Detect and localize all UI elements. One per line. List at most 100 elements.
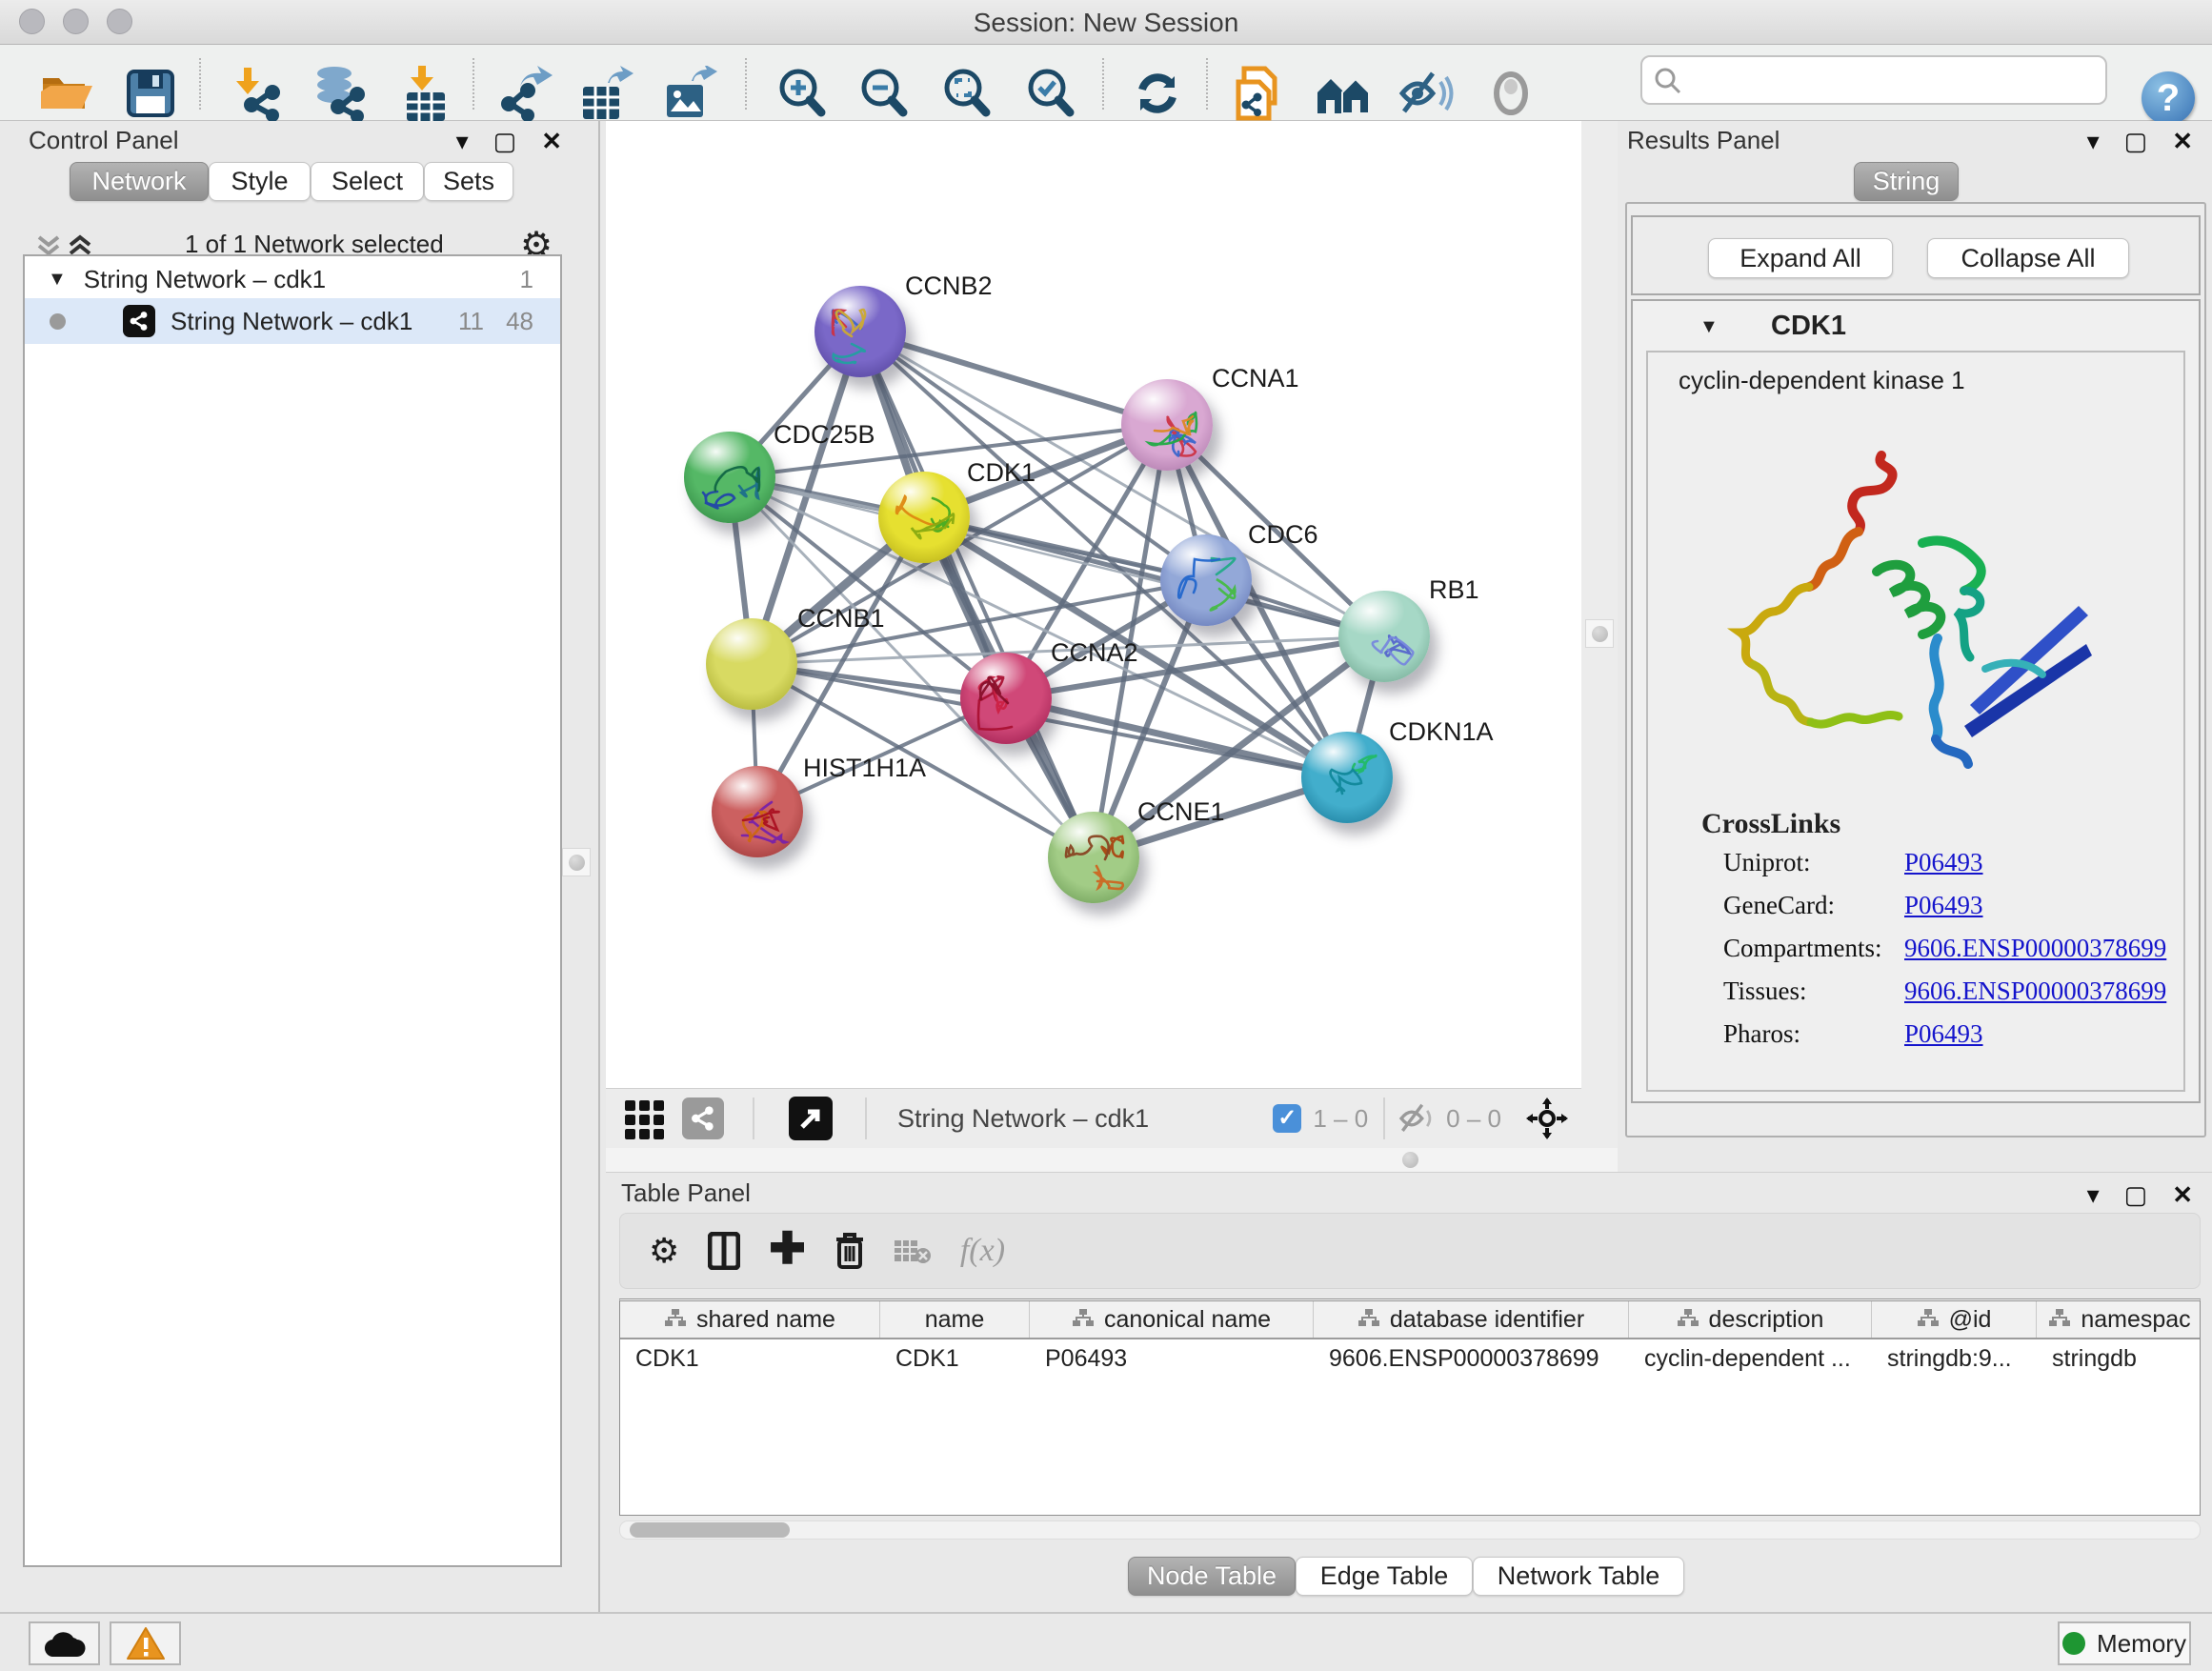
node-CDC25B[interactable] xyxy=(684,432,775,523)
network-collection-row[interactable]: ▼ String Network – cdk1 1 xyxy=(25,260,560,298)
birdseye-grid-icon[interactable] xyxy=(623,1097,667,1140)
node-RB1[interactable] xyxy=(1338,591,1430,682)
expand-all-button[interactable]: Expand All xyxy=(1708,238,1893,278)
import-network-button[interactable] xyxy=(228,66,289,121)
table-cell[interactable]: CDK1 xyxy=(880,1339,1030,1379)
node-CCNE1[interactable] xyxy=(1048,812,1139,903)
table-cell[interactable]: cyclin-dependent ... xyxy=(1629,1339,1872,1379)
table-cell[interactable]: 9606.ENSP00000378699 xyxy=(1314,1339,1629,1379)
node-CCNA1[interactable] xyxy=(1121,379,1213,471)
crosslink-link[interactable]: P06493 xyxy=(1904,1019,1983,1062)
export-table-button[interactable] xyxy=(576,66,637,121)
collapse-all-button[interactable]: Collapse All xyxy=(1927,238,2129,278)
show-glass-button[interactable] xyxy=(1480,66,1541,121)
panel-close-icon[interactable]: ✕ xyxy=(2172,129,2193,153)
crosslink-link[interactable]: P06493 xyxy=(1904,848,1983,891)
panel-close-icon[interactable]: ✕ xyxy=(2172,1182,2193,1207)
add-column-icon[interactable]: ✚ xyxy=(769,1222,806,1274)
refresh-button[interactable] xyxy=(1127,66,1188,121)
gene-name: CDK1 xyxy=(1771,311,1846,342)
tab-style[interactable]: Style xyxy=(209,162,311,201)
column-header-database-identifier[interactable]: database identifier xyxy=(1314,1301,1629,1338)
panel-float-icon[interactable]: ▾ xyxy=(2087,129,2100,153)
panel-maximize-icon[interactable]: ▢ xyxy=(2124,129,2148,153)
help-button[interactable]: ? xyxy=(2142,71,2195,125)
zoom-fit-button[interactable] xyxy=(936,66,997,121)
zoom-out-button[interactable] xyxy=(854,66,915,121)
table-hscrollbar[interactable] xyxy=(619,1520,2201,1540)
string-network-badge-icon[interactable] xyxy=(682,1097,724,1139)
table-hscroll-thumb[interactable] xyxy=(630,1522,790,1538)
node-CCNB2[interactable] xyxy=(814,286,906,377)
panel-splitter-handle[interactable] xyxy=(562,848,591,876)
tab-select[interactable]: Select xyxy=(311,162,424,201)
crosslink-link[interactable]: P06493 xyxy=(1904,891,1983,934)
node-HIST1H1A[interactable] xyxy=(712,766,803,857)
export-image-button[interactable] xyxy=(660,66,721,121)
open-session-button[interactable] xyxy=(36,66,97,121)
delete-column-trash-icon[interactable] xyxy=(835,1232,865,1270)
eye-icon xyxy=(1484,71,1538,115)
column-header-label: canonical name xyxy=(1104,1306,1271,1334)
column-header-description[interactable]: description xyxy=(1629,1301,1872,1338)
node-CDKN1A[interactable] xyxy=(1301,732,1393,823)
warnings-button[interactable] xyxy=(110,1621,181,1665)
zoom-in-button[interactable] xyxy=(772,66,833,121)
zoom-selected-button[interactable] xyxy=(1020,66,1081,121)
copy-network-button[interactable] xyxy=(1227,66,1288,121)
import-table-icon xyxy=(399,66,452,121)
gene-section-header[interactable]: ▼ CDK1 xyxy=(1633,301,2199,351)
panel-float-icon[interactable]: ▾ xyxy=(456,129,469,153)
tab-sets[interactable]: Sets xyxy=(424,162,513,201)
table-row[interactable]: CDK1CDK1P064939606.ENSP00000378699cyclin… xyxy=(620,1339,2200,1379)
node-CDC6[interactable] xyxy=(1160,534,1252,626)
section-collapse-arrow-icon[interactable]: ▼ xyxy=(1699,316,1719,338)
string-home-button[interactable] xyxy=(1314,66,1375,121)
fit-selected-crosshair-icon[interactable] xyxy=(1526,1097,1568,1139)
tab-edge-table[interactable]: Edge Table xyxy=(1296,1557,1473,1596)
tab-network[interactable]: Network xyxy=(70,162,209,201)
cloud-status-button[interactable] xyxy=(29,1621,100,1665)
import-network-from-database-button[interactable] xyxy=(308,66,369,121)
column-header--id[interactable]: @id xyxy=(1872,1301,2037,1338)
network-row-selected[interactable]: String Network – cdk1 11 48 xyxy=(25,298,560,344)
table-cell[interactable]: CDK1 xyxy=(620,1339,880,1379)
export-table-icon xyxy=(579,66,634,121)
network-canvas[interactable]: CCNB2CCNA1CDC25BCDK1CDC6RB1CCNB1CCNA2CDK… xyxy=(606,121,1581,1088)
node-CDK1[interactable] xyxy=(878,472,970,563)
memory-button[interactable]: Memory xyxy=(2058,1621,2191,1665)
panel-close-icon[interactable]: ✕ xyxy=(541,129,562,153)
table-cell[interactable]: stringdb xyxy=(2037,1339,2201,1379)
column-header-name[interactable]: name xyxy=(880,1301,1030,1338)
crosslink-row: Tissues:9606.ENSP00000378699 xyxy=(1723,976,2171,1019)
crosslink-link[interactable]: 9606.ENSP00000378699 xyxy=(1904,934,2166,976)
edge-CCNA2-CDKN1A[interactable] xyxy=(1006,698,1347,777)
panel-maximize-icon[interactable]: ▢ xyxy=(2124,1182,2148,1207)
save-session-button[interactable] xyxy=(120,66,181,121)
panel-maximize-icon[interactable]: ▢ xyxy=(493,129,517,153)
tab-node-table[interactable]: Node Table xyxy=(1128,1557,1296,1596)
table-cell[interactable]: P06493 xyxy=(1030,1339,1314,1379)
tab-string-results[interactable]: String xyxy=(1854,162,1959,201)
node-CCNA2[interactable] xyxy=(960,653,1052,744)
table-settings-gear-icon[interactable]: ⚙ xyxy=(649,1231,679,1271)
crosslink-link[interactable]: 9606.ENSP00000378699 xyxy=(1904,976,2166,1019)
panel-float-icon[interactable]: ▾ xyxy=(2087,1182,2100,1207)
show-columns-icon[interactable] xyxy=(708,1232,740,1270)
collection-expand-arrow-icon[interactable]: ▼ xyxy=(48,269,67,291)
export-network-button[interactable] xyxy=(496,66,557,121)
node-CCNB1[interactable] xyxy=(706,618,797,710)
hide-glass-button[interactable] xyxy=(1396,66,1457,121)
column-header-shared-name[interactable]: shared name xyxy=(620,1301,880,1338)
selected-checkbox-icon[interactable]: ✓ xyxy=(1273,1104,1301,1133)
table-cell[interactable]: stringdb:9... xyxy=(1872,1339,2037,1379)
search-input[interactable] xyxy=(1640,55,2107,105)
panel-splitter-handle[interactable] xyxy=(1585,619,1614,648)
vertical-splitter[interactable] xyxy=(1581,121,1618,1148)
import-table-button[interactable] xyxy=(395,66,456,121)
column-header-namespac[interactable]: namespac xyxy=(2037,1301,2201,1338)
column-header-canonical-name[interactable]: canonical name xyxy=(1030,1301,1314,1338)
tab-network-table[interactable]: Network Table xyxy=(1473,1557,1684,1596)
crosslink-row: GeneCard:P06493 xyxy=(1723,891,2171,934)
open-in-browser-icon[interactable] xyxy=(789,1097,833,1140)
